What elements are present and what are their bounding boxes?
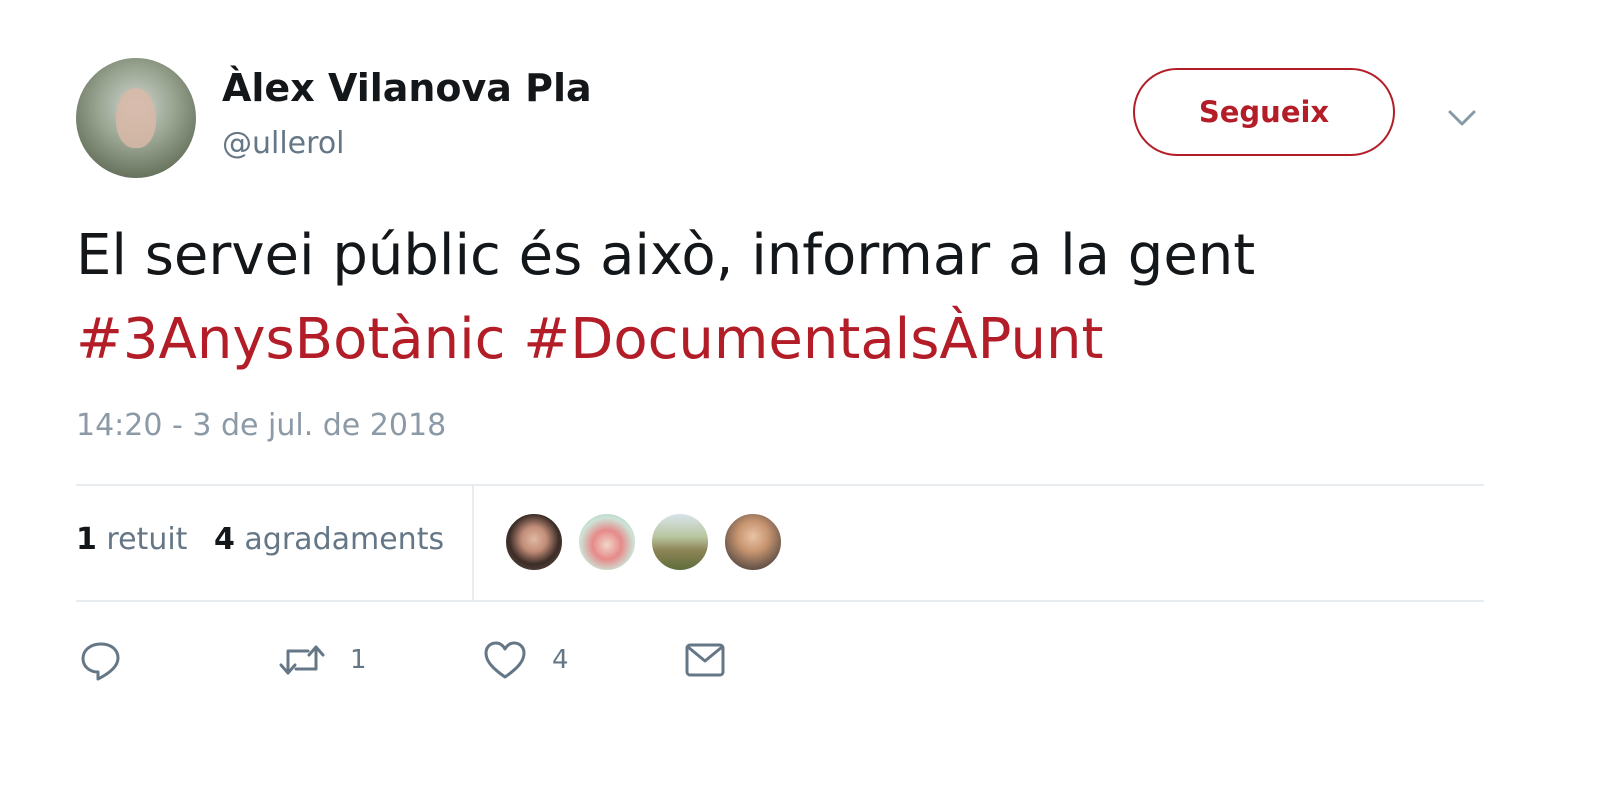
- stats-divider: [472, 486, 474, 602]
- like-button[interactable]: 4: [480, 634, 569, 686]
- likers-avatars: [504, 512, 796, 574]
- hashtag-link[interactable]: #DocumentalsÀPunt: [523, 307, 1103, 372]
- retweets-label: retuit: [106, 522, 188, 557]
- follow-button[interactable]: Segueix: [1133, 68, 1395, 156]
- tweet-text: El servei públic és això, informar a la …: [76, 214, 1516, 382]
- avatar[interactable]: [76, 58, 196, 178]
- like-count: 4: [552, 645, 569, 675]
- retweet-count: 1: [350, 645, 367, 675]
- tweet-hashtags: #3AnysBotànic #DocumentalsÀPunt: [76, 298, 1516, 382]
- likes-label: agradaments: [244, 522, 445, 557]
- liker-avatar[interactable]: [504, 512, 564, 572]
- liker-avatar[interactable]: [723, 512, 783, 572]
- liker-avatar[interactable]: [650, 512, 710, 572]
- avatar-face: [116, 88, 156, 148]
- divider: [76, 600, 1484, 602]
- user-handle[interactable]: @ullerol: [222, 126, 345, 161]
- reply-icon: [81, 642, 120, 681]
- retweet-button[interactable]: 1: [276, 634, 367, 686]
- direct-message-button[interactable]: [680, 634, 730, 686]
- likes-stat[interactable]: 4 agradaments: [214, 522, 444, 557]
- display-name[interactable]: Àlex Vilanova Pla: [222, 66, 592, 110]
- mail-icon: [685, 643, 725, 677]
- retweets-stat[interactable]: 1 retuit: [76, 522, 187, 557]
- likes-count: 4: [214, 522, 235, 557]
- retweets-count: 1: [76, 522, 97, 557]
- reply-button[interactable]: [76, 634, 126, 686]
- tweet-card: Àlex Vilanova Pla @ullerol Segueix El se…: [0, 0, 1600, 805]
- retweet-icon: [279, 645, 325, 675]
- hashtag-link[interactable]: #3AnysBotànic: [76, 307, 505, 372]
- chevron-down-icon[interactable]: [1442, 98, 1482, 138]
- liker-avatar[interactable]: [577, 512, 637, 572]
- tweet-stats: 1 retuit 4 agradaments: [76, 486, 1484, 602]
- tweet-body-text: El servei públic és això, informar a la …: [76, 223, 1256, 288]
- tweet-timestamp[interactable]: 14:20 - 3 de jul. de 2018: [76, 408, 446, 443]
- heart-icon: [484, 641, 526, 679]
